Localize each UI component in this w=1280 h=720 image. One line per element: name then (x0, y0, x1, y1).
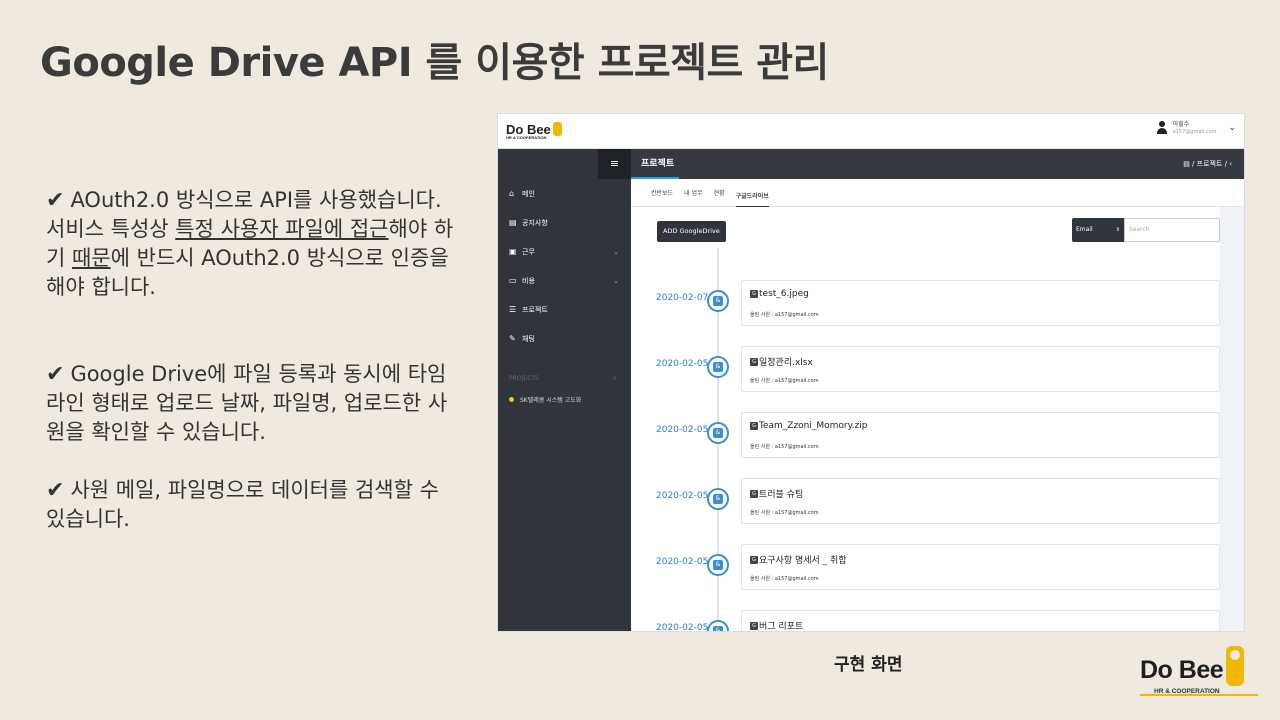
file-name[interactable]: G 버그 리포트 (750, 619, 803, 631)
search-type-select[interactable]: Email ⇕ (1072, 218, 1124, 242)
user-name: 아힐수 (1172, 121, 1190, 128)
sidebar-item-main[interactable]: ⌂ 메인 (498, 179, 631, 208)
uploader: 올린 사원 : a157@gmail.com (750, 444, 819, 450)
chevron-down-icon: ⌄ (1228, 123, 1236, 133)
chevron-down-icon: ⌄ (613, 247, 619, 256)
hamburger-icon[interactable]: ≡ (598, 149, 631, 179)
bee-icon (1226, 646, 1245, 686)
timeline-entry: 2020-02-05 & G 일정관리.xlsx 올린 사원 : a157@gmail.… (631, 346, 1220, 396)
document-icon: ▤ (509, 218, 517, 227)
list-icon: ☰ (509, 305, 517, 314)
bullet-timeline: ✔ Google Drive에 파일 등록과 동시에 타임라인 형태로 업로드 날… (46, 362, 448, 444)
sidebar-item-notice[interactable]: ▤ 공지사항 (498, 208, 631, 237)
bullet-oauth: ✔ AOuth2.0 방식으로 API를 사용했습니다. 서비스 특성상 특정 사… (46, 188, 454, 299)
projects-section-label: PROJECTS × (509, 375, 617, 382)
close-icon[interactable]: × (612, 375, 617, 382)
upload-date: 2020-02-05 (656, 359, 709, 369)
file-card[interactable]: G Team_Zzoni_Momory.zip 올린 사원 : a157@gmail… (741, 412, 1220, 458)
user-email: a157@gmail.com (1172, 129, 1217, 135)
google-drive-icon: & (707, 620, 729, 631)
file-card[interactable]: G 요구사항 명세서 _ 취합올린 사원 : a157@gmail.com (741, 544, 1220, 590)
breadcrumb: ▤ / 프로젝트 / ‹ (1183, 160, 1232, 168)
google-drive-icon: & (707, 290, 729, 312)
google-drive-icon: & (707, 422, 729, 444)
page-title: 프로젝트 (641, 159, 675, 169)
bee-icon (552, 122, 562, 136)
file-icon: G (750, 555, 758, 564)
file-card[interactable]: G 트러블 슈팅올린 사원 : a157@gmail.com (741, 478, 1220, 524)
uploader: 올린 사원 : a157@gmail.com (750, 378, 819, 384)
bullet-list: ✔ AOuth2.0 방식으로 API를 사용했습니다. 서비스 특성상 특정 사… (46, 186, 456, 534)
sidebar-item-cost[interactable]: ▭ 비용 ⌄ (498, 266, 631, 295)
file-icon: G (750, 290, 758, 298)
timeline-entry: 2020-02-05 & G 트러블 슈팅 올린 사원 : a157@gmail.com (631, 478, 1220, 528)
chevron-left-icon[interactable]: ‹ (1227, 160, 1232, 168)
timeline-entry: 2020-02-05 & G 버그 리포트 (631, 610, 1220, 632)
file-icon: G (750, 357, 758, 366)
chat-icon: ✎ (509, 334, 516, 343)
file-icon: G (750, 621, 758, 630)
file-card[interactable]: G 일정관리.xlsx 올린 사원 : a157@gmail.com (741, 346, 1220, 392)
add-googledrive-button[interactable]: ADD GoogleDrive (657, 221, 726, 242)
tab-bar: 칸반보드 내 업무 현황 구글드라이브 (631, 179, 1244, 207)
card-icon: ▭ (509, 276, 517, 285)
tab-kanban[interactable]: 칸반보드 (651, 188, 673, 197)
tab-google-drive[interactable]: 구글드라이브 (735, 191, 769, 207)
dobee-logo: Do Bee HR & COOPERATION (1140, 646, 1258, 696)
file-name[interactable]: Gtest_6.jpeg (750, 289, 809, 299)
tab-my-tasks[interactable]: 내 업무 (684, 188, 702, 197)
file-name[interactable]: G 요구사항 명세서 _ 취합 (750, 553, 847, 566)
sidebar-project-item[interactable]: SK텔레콤 시스템 고도화 (498, 395, 631, 404)
upload-date: 2020-02-05 (656, 491, 709, 501)
sidebar-item-project[interactable]: ☰ 프로젝트 (498, 295, 631, 324)
file-name[interactable]: G 트러블 슈팅 (750, 487, 803, 500)
upload-date: 2020-02-07 (656, 293, 709, 303)
briefcase-icon: ▣ (509, 247, 517, 256)
timeline-entry: 2020-02-05 & G 요구사항 명세서 _ 취합 올린 사원 : a157@gm… (631, 544, 1220, 594)
home-icon: ⌂ (509, 189, 515, 198)
file-icon: G (750, 489, 758, 498)
file-icon: G (750, 422, 758, 430)
timeline-entry: 2020-02-07 & Gtest_6.jpeg 올린 사원 : a157@gmai… (631, 280, 1220, 330)
sidebar: ≡ ⌂ 메인 ▤ 공지사항 ▣ 근무 ⌄ ▭ 비용 ⌄ ☰ 프로젝트 ✎ 채팅 PROJECTS… (498, 149, 631, 631)
slide-title: Google Drive API 를 이용한 프로젝트 관리 (40, 40, 829, 86)
app-screenshot: Do Bee HR & COOPERATION 아힐수 a157@gmail.c… (497, 113, 1245, 632)
app-topbar: Do Bee HR & COOPERATION 아힐수 a157@gmail.c… (498, 114, 1244, 149)
bullet-search: ✔ 사원 메일, 파일명으로 데이터를 검색할 수 있습니다. (46, 478, 439, 531)
tab-status[interactable]: 현황 (714, 188, 725, 197)
google-drive-icon: & (707, 554, 729, 576)
sidebar-item-work[interactable]: ▣ 근무 ⌄ (498, 237, 631, 266)
upload-date: 2020-02-05 (656, 623, 709, 632)
file-name[interactable]: G Team_Zzoni_Momory.zip (750, 421, 867, 431)
check-icon: ✔ (46, 188, 65, 213)
drive-panel: ADD GoogleDrive Email ⇕ Search 2020-02-07… (631, 207, 1220, 631)
uploader: 올린 사원 : a157@gmail.com (750, 510, 819, 516)
check-icon: ✔ (46, 362, 65, 387)
upload-date: 2020-02-05 (656, 425, 709, 435)
uploader: 올린 사원 : a157@gmail.com (750, 576, 819, 582)
file-card[interactable]: Gtest_6.jpeg 올린 사원 : a157@gmail.com (741, 280, 1220, 326)
user-menu[interactable]: 아힐수 a157@gmail.com ⌄ (1156, 121, 1236, 135)
main-content: ADD GoogleDrive Email ⇕ Search 2020-02-07… (631, 207, 1244, 631)
list-icon: ▤ (1183, 160, 1193, 168)
search-bar: Email ⇕ Search (1072, 218, 1220, 242)
uploader: 올린 사원 : a157@gmail.com (750, 312, 819, 318)
file-name[interactable]: G 일정관리.xlsx (750, 355, 813, 368)
chevron-down-icon: ⌄ (613, 276, 619, 285)
upload-date: 2020-02-05 (656, 557, 709, 567)
page-header: 프로젝트 ▤ / 프로젝트 / ‹ (631, 149, 1244, 179)
app-logo[interactable]: Do Bee HR & COOPERATION (506, 122, 562, 140)
chevron-updown-icon: ⇕ (1115, 227, 1120, 233)
user-icon (1156, 121, 1167, 135)
google-drive-icon: & (707, 488, 729, 510)
file-card[interactable]: G 버그 리포트 (741, 610, 1220, 631)
google-drive-icon: & (707, 356, 729, 378)
search-input[interactable]: Search (1124, 218, 1220, 242)
sidebar-item-chat[interactable]: ✎ 채팅 (498, 324, 631, 353)
logo-underline (1140, 694, 1258, 696)
caption: 구현 화면 (834, 655, 903, 675)
check-icon: ✔ (46, 478, 65, 503)
timeline-entry: 2020-02-05 & G Team_Zzoni_Momory.zip 올린 사원 :… (631, 412, 1220, 462)
status-dot (509, 397, 514, 402)
